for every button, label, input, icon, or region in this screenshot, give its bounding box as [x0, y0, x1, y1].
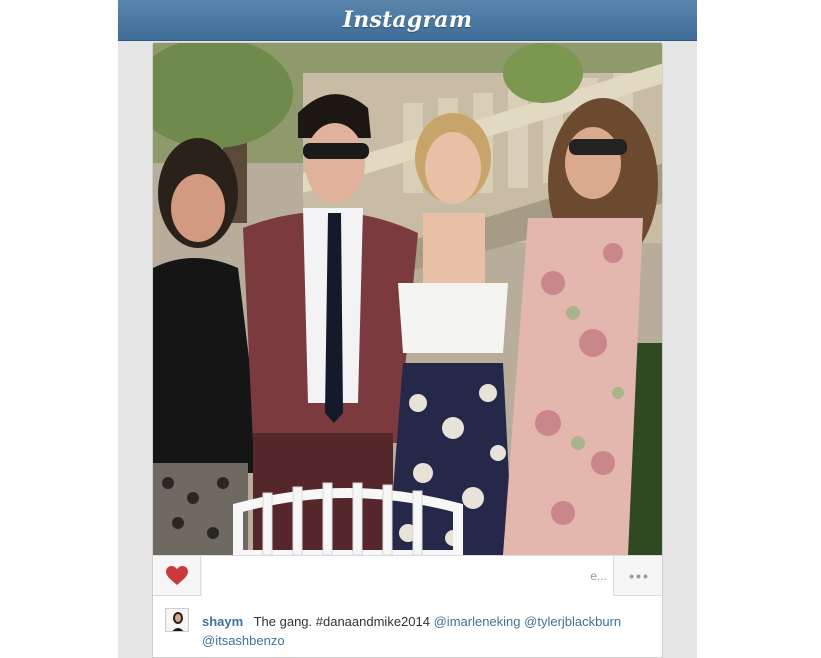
post-caption: shaym The gang. #danaandmike2014 @imarle…: [153, 597, 662, 657]
post-photo-illustration: [153, 43, 662, 555]
app-header: Instagram: [118, 0, 697, 41]
post-card: e... ••• shaym The gang. #danaandmike201…: [152, 42, 663, 658]
like-button[interactable]: [153, 556, 201, 596]
avatar[interactable]: [165, 608, 189, 632]
caption-mention[interactable]: @tylerjblackburn: [524, 614, 621, 629]
app-frame: Instagram e... ••• shaym The gang. #dana…: [118, 0, 697, 658]
likes-list[interactable]: e...: [202, 556, 614, 596]
caption-username[interactable]: shaym: [202, 614, 243, 629]
post-photo[interactable]: [153, 43, 662, 555]
heart-icon: [165, 566, 188, 585]
caption-hashtag[interactable]: #danaandmike2014: [316, 614, 430, 629]
caption-body: The gang.: [253, 614, 313, 629]
ellipsis-icon: •••: [629, 568, 650, 584]
more-options-button[interactable]: •••: [615, 556, 662, 596]
instagram-logo[interactable]: Instagram: [343, 7, 472, 33]
caption-mention[interactable]: @itsashbenzo: [202, 633, 285, 648]
likes-text: e...: [590, 569, 607, 583]
post-actions-bar: e... •••: [153, 555, 662, 596]
avatar-image: [166, 609, 188, 631]
caption-text: shaym The gang. #danaandmike2014 @imarle…: [202, 612, 652, 650]
caption-mention[interactable]: @imarleneking: [434, 614, 521, 629]
